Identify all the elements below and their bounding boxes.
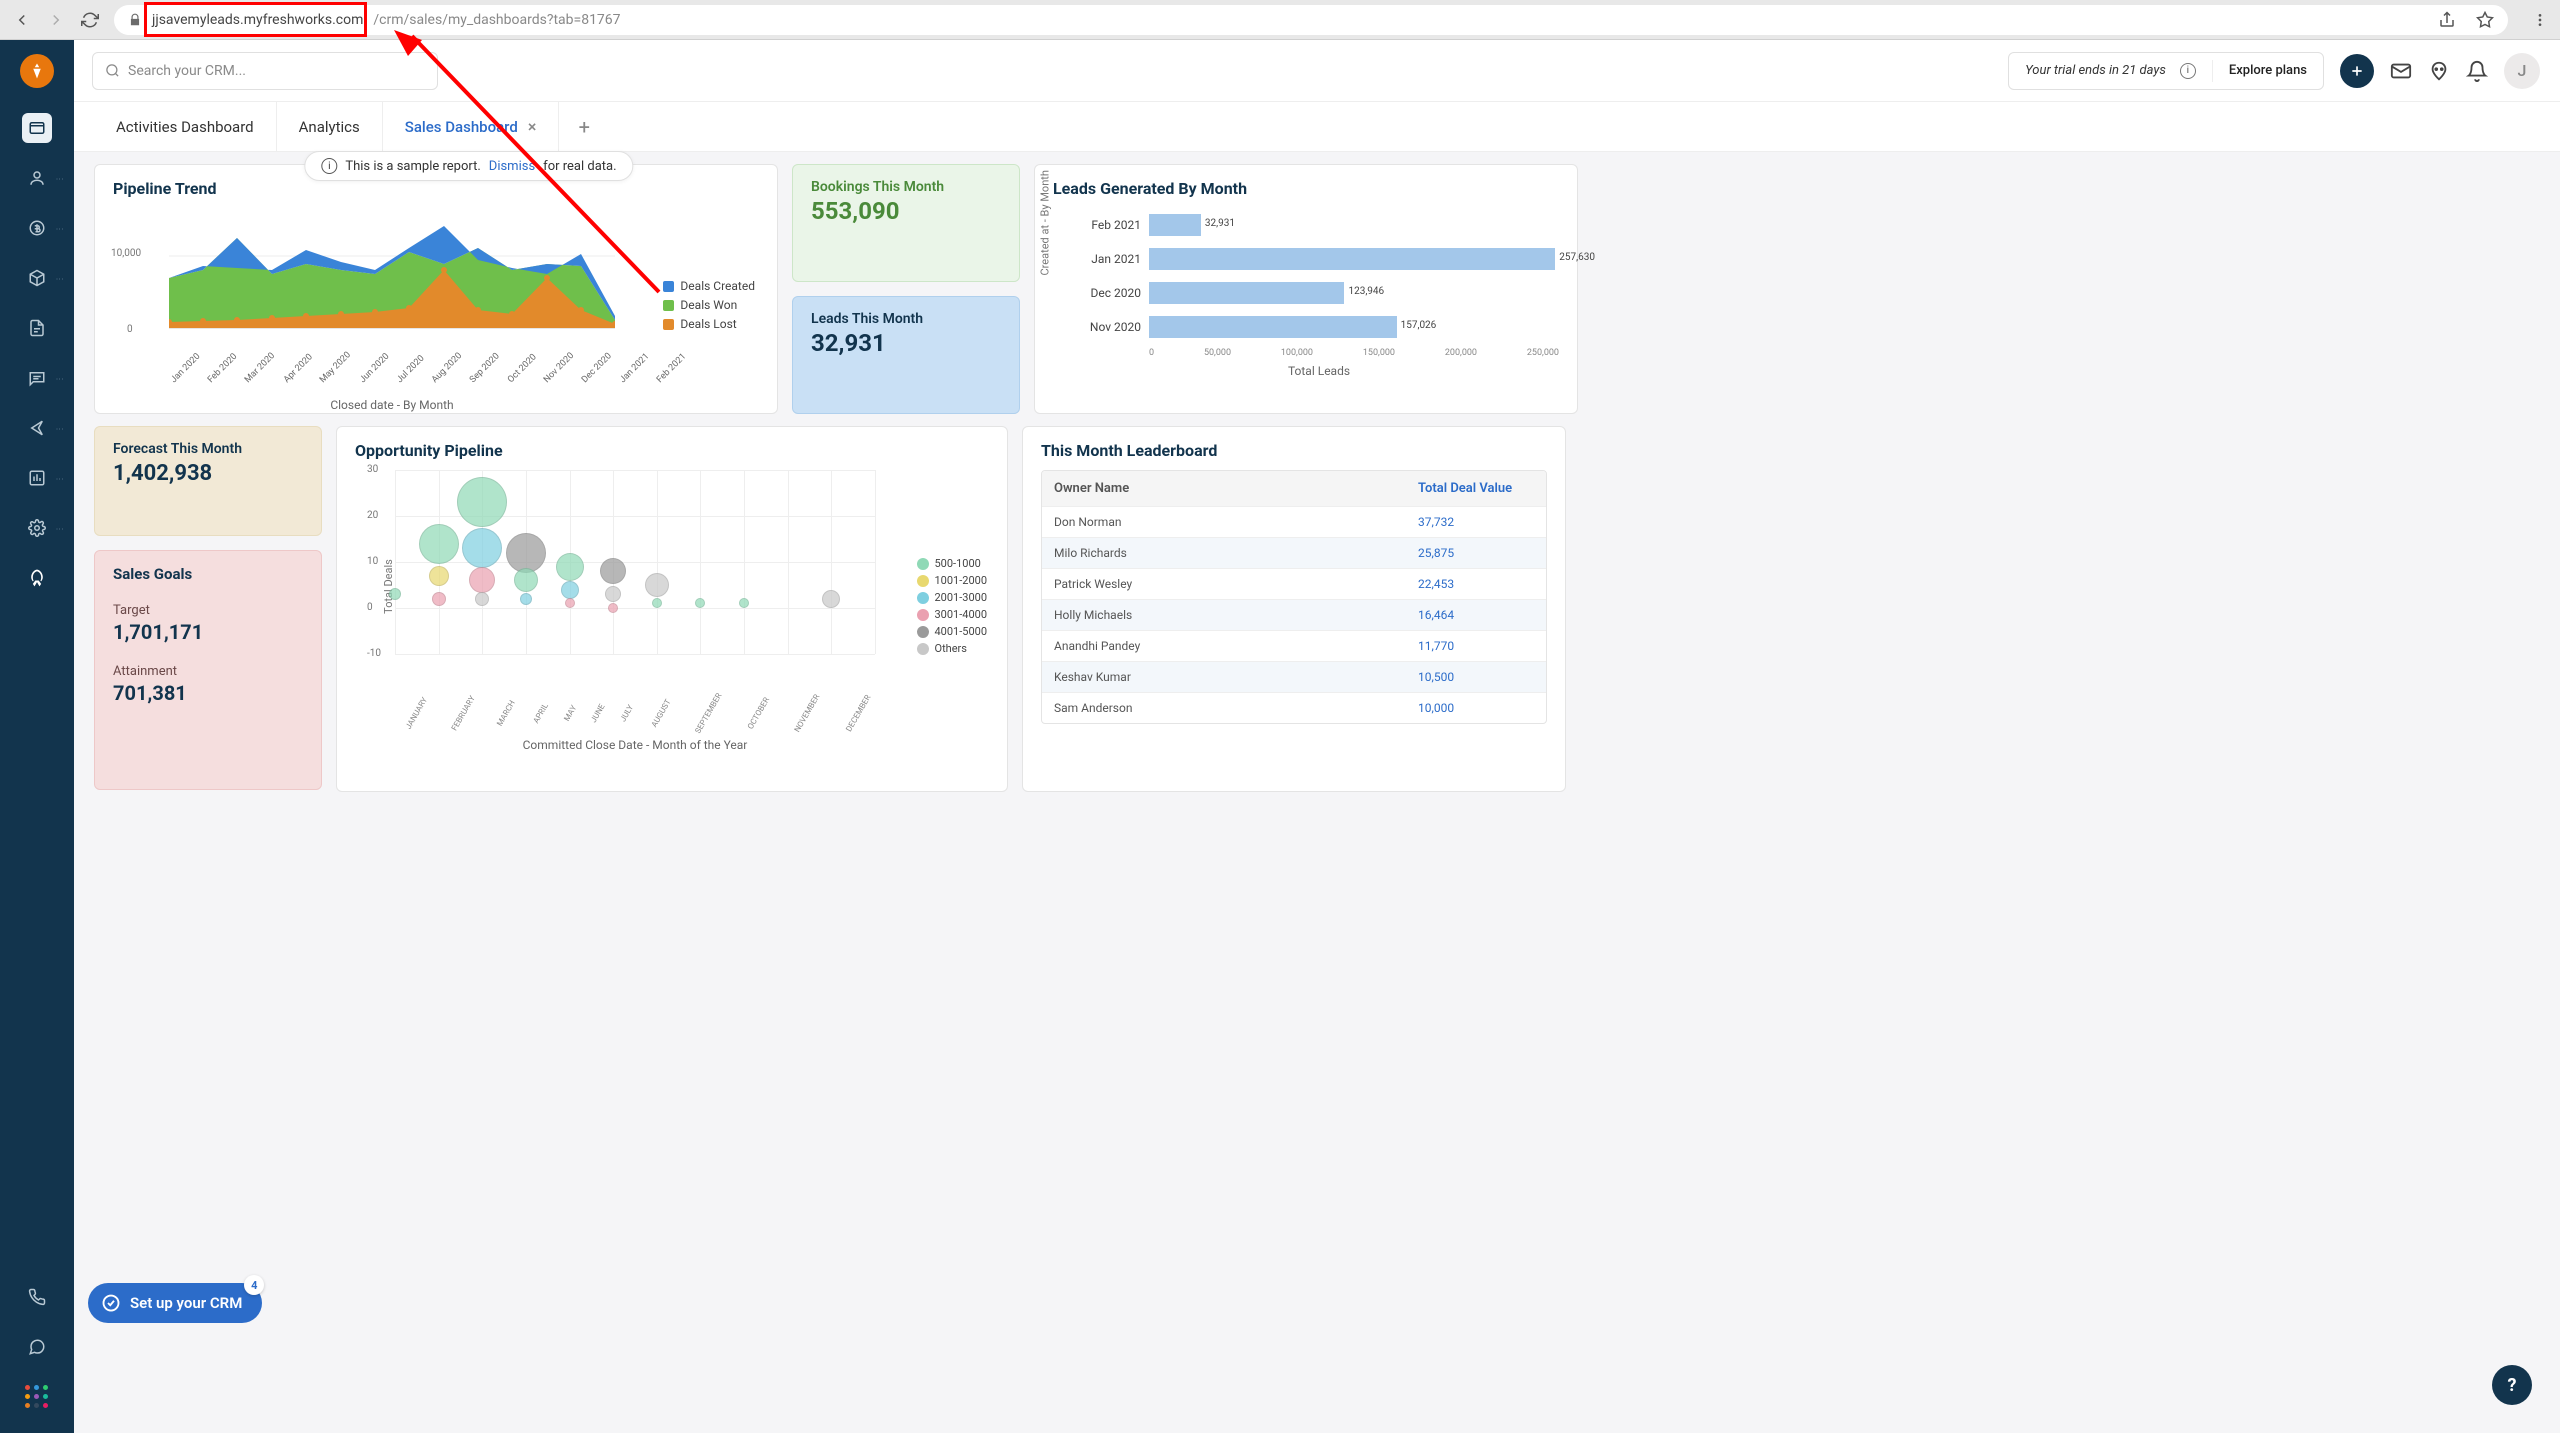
- bubble-point: [608, 603, 618, 613]
- pipeline-trend-card: i This is a sample report. Dismiss for r…: [94, 164, 778, 414]
- bubble-point: [605, 586, 621, 602]
- app-header: Search your CRM... Your trial ends in 21…: [0, 40, 2560, 102]
- bubble-point: [652, 598, 662, 608]
- leads-bar-chart: Feb 202132,931Jan 2021257,630Dec 2020123…: [1079, 208, 1559, 344]
- nav-rocket[interactable]: [0, 556, 74, 600]
- freddy-icon[interactable]: [2428, 60, 2450, 82]
- bookings-kpi[interactable]: Bookings This Month 553,090: [792, 164, 1020, 282]
- leaderboard-row[interactable]: Anandhi Pandey11,770: [1042, 630, 1546, 661]
- add-tab-button[interactable]: +: [559, 102, 609, 151]
- leads-generated-card: Leads Generated By Month Created at - By…: [1034, 164, 1578, 414]
- leaderboard-row[interactable]: Sam Anderson10,000: [1042, 692, 1546, 723]
- nav-settings[interactable]: ⋮: [0, 506, 74, 550]
- info-icon: i: [321, 158, 337, 174]
- bubble-point: [565, 598, 575, 608]
- bubble-point: [822, 590, 840, 608]
- leaderboard-row[interactable]: Patrick Wesley22,453: [1042, 568, 1546, 599]
- bubble-point: [514, 568, 538, 592]
- leaderboard-row[interactable]: Holly Michaels16,464: [1042, 599, 1546, 630]
- back-button[interactable]: [12, 10, 32, 30]
- leaderboard-row[interactable]: Don Norman37,732: [1042, 506, 1546, 537]
- leaderboard-table: Owner Name Total Deal Value Don Norman37…: [1041, 470, 1547, 724]
- forecast-kpi[interactable]: Forecast This Month 1,402,938: [94, 426, 322, 536]
- mail-icon[interactable]: [2390, 60, 2412, 82]
- leaderboard-row[interactable]: Milo Richards25,875: [1042, 537, 1546, 568]
- pipeline-legend: Deals Created Deals Won Deals Lost: [663, 279, 755, 336]
- tab-analytics[interactable]: Analytics: [277, 102, 383, 151]
- bubble-point: [429, 566, 449, 586]
- bubble-point: [457, 477, 507, 527]
- browser-toolbar: jjsavemyleads.myfreshworks.com /crm/sale…: [0, 0, 2560, 40]
- url-domain: jjsavemyleads.myfreshworks.com: [152, 12, 363, 28]
- dashboard-tabs: Activities Dashboard Analytics Sales Das…: [74, 102, 2560, 152]
- bubble-point: [645, 573, 669, 597]
- pipeline-chart: 10,000 0 Jan 2020Feb 2020Mar 2020Apr 202…: [169, 208, 615, 348]
- nav-contacts[interactable]: ⋮: [0, 156, 74, 200]
- lock-icon: [128, 13, 142, 27]
- bubble-point: [475, 592, 489, 606]
- bubble-point: [419, 524, 459, 564]
- share-icon[interactable]: [2438, 11, 2456, 29]
- leads-bar-row: Jan 2021257,630: [1079, 242, 1559, 276]
- trial-banner: Your trial ends in 21 days i Explore pla…: [2008, 52, 2324, 90]
- bookmark-star-icon[interactable]: [2476, 11, 2494, 29]
- address-bar[interactable]: jjsavemyleads.myfreshworks.com /crm/sale…: [114, 5, 2508, 35]
- explore-plans-link[interactable]: Explore plans: [2229, 63, 2307, 78]
- pipeline-title: Pipeline Trend: [113, 179, 759, 198]
- url-path: /crm/sales/my_dashboards?tab=81767: [373, 12, 620, 28]
- help-button[interactable]: ?: [2492, 1365, 2532, 1405]
- leads-bar-row: Feb 202132,931: [1079, 208, 1559, 242]
- tab-activities[interactable]: Activities Dashboard: [94, 102, 277, 151]
- nav-products[interactable]: ⋮: [0, 256, 74, 300]
- nav-phone[interactable]: [0, 1275, 74, 1319]
- trial-info-icon[interactable]: i: [2180, 63, 2196, 79]
- crm-search[interactable]: Search your CRM...: [92, 52, 438, 90]
- user-avatar[interactable]: J: [2504, 53, 2540, 89]
- sample-report-banner: i This is a sample report. Dismiss for r…: [304, 151, 633, 181]
- opportunity-pipeline-card: Opportunity Pipeline Total Deals JANUARY…: [336, 426, 1008, 792]
- bubble-point: [695, 598, 705, 608]
- bubble-point: [520, 593, 532, 605]
- nav-conversations[interactable]: ⋮: [0, 356, 74, 400]
- search-icon: [105, 63, 120, 78]
- bubble-point: [506, 533, 546, 573]
- leaderboard-row[interactable]: Keshav Kumar10,500: [1042, 661, 1546, 692]
- tab-sales[interactable]: Sales Dashboard×: [383, 102, 560, 151]
- checklist-icon: [102, 1294, 120, 1312]
- opportunity-legend: 500-10001001-20002001-30003001-40004001-…: [917, 557, 988, 659]
- opportunity-bubble-chart: Total Deals JANUARYFEBRUARYMARCHAPRILMAY…: [395, 470, 875, 690]
- nav-apps[interactable]: [0, 1375, 74, 1419]
- chrome-menu-icon[interactable]: [2532, 12, 2548, 28]
- close-tab-icon[interactable]: ×: [528, 117, 537, 136]
- leaderboard-card: This Month Leaderboard Owner Name Total …: [1022, 426, 1566, 792]
- leads-title: Leads Generated By Month: [1053, 179, 1559, 198]
- bubble-point: [739, 598, 749, 608]
- bubble-point: [600, 558, 626, 584]
- nav-documents[interactable]: [0, 306, 74, 350]
- setup-crm-button[interactable]: Set up your CRM 4: [88, 1283, 262, 1323]
- reload-button[interactable]: [80, 10, 100, 30]
- leads-kpi[interactable]: Leads This Month 32,931: [792, 296, 1020, 414]
- setup-count-badge: 4: [244, 1275, 264, 1295]
- bubble-point: [469, 567, 495, 593]
- sales-goals-card[interactable]: Sales Goals Target 1,701,171 Attainment …: [94, 550, 322, 790]
- bubble-point: [556, 553, 584, 581]
- leads-bar-row: Dec 2020123,946: [1079, 276, 1559, 310]
- dismiss-link[interactable]: Dismiss: [489, 159, 535, 174]
- nav-chat[interactable]: [0, 1325, 74, 1369]
- leads-bar-row: Nov 2020157,026: [1079, 310, 1559, 344]
- app-logo[interactable]: [20, 54, 54, 88]
- left-sidebar: ⋮ ⋮ ⋮ ⋮ ⋮ ⋮ ⋮: [0, 40, 74, 1433]
- nav-automation[interactable]: ⋮: [0, 406, 74, 450]
- trial-text: Your trial ends in 21 days: [2025, 63, 2166, 78]
- bell-icon[interactable]: [2466, 60, 2488, 82]
- bubble-point: [389, 588, 401, 600]
- new-button[interactable]: [2340, 54, 2374, 88]
- nav-dashboard[interactable]: [0, 106, 74, 150]
- nav-deals[interactable]: ⋮: [0, 206, 74, 250]
- nav-reports[interactable]: ⋮: [0, 456, 74, 500]
- forward-button[interactable]: [46, 10, 66, 30]
- bubble-point: [432, 592, 446, 606]
- bubble-point: [561, 581, 579, 599]
